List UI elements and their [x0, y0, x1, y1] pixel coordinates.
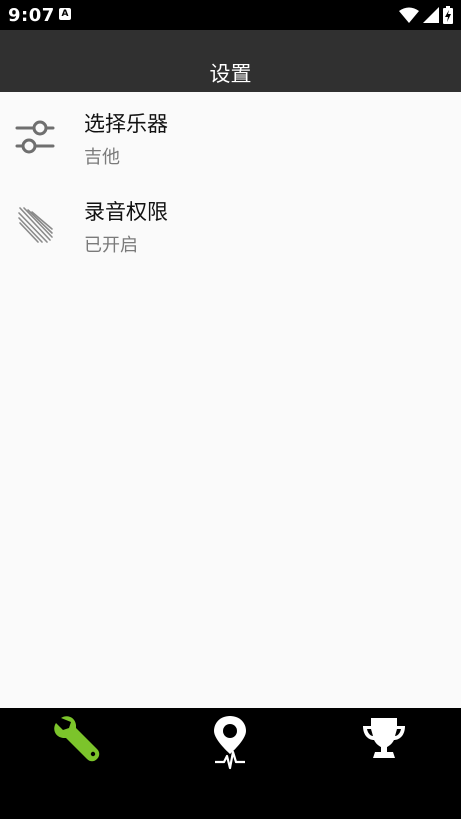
- signal-icon: [423, 7, 439, 23]
- setting-title: 选择乐器: [84, 112, 168, 136]
- settings-list: 选择乐器 吉他 录音权限 已开启: [0, 92, 461, 268]
- nav-tab-settings[interactable]: [53, 714, 103, 770]
- setting-item-instrument[interactable]: 选择乐器 吉他: [0, 92, 461, 180]
- wrench-icon: [54, 716, 100, 762]
- setting-item-recording-permission[interactable]: 录音权限 已开启: [0, 180, 461, 268]
- status-time: 9:07: [8, 5, 55, 26]
- sliders-icon: [15, 120, 55, 154]
- bottom-navigation: [0, 708, 461, 819]
- status-bar: 9:07 A: [0, 0, 461, 30]
- page-title: 设置: [209, 62, 252, 86]
- settings-screen: 9:07 A 设置 选择乐器 吉他 录音权限 已开启: [0, 0, 461, 819]
- notification-icon: A: [59, 8, 71, 20]
- wifi-icon: [399, 7, 419, 23]
- nav-tab-achievements[interactable]: [359, 714, 409, 770]
- status-icons: [399, 6, 453, 24]
- stripes-icon: [18, 207, 53, 243]
- setting-subtitle: 吉他: [84, 147, 120, 168]
- nav-tab-tuner-map[interactable]: [205, 714, 255, 770]
- setting-title: 录音权限: [84, 200, 168, 224]
- battery-icon: [443, 6, 453, 24]
- setting-subtitle: 已开启: [84, 235, 138, 256]
- trophy-icon: [363, 718, 405, 758]
- toolbar: 设置: [0, 30, 461, 92]
- map-pin-pulse-icon: [214, 716, 246, 770]
